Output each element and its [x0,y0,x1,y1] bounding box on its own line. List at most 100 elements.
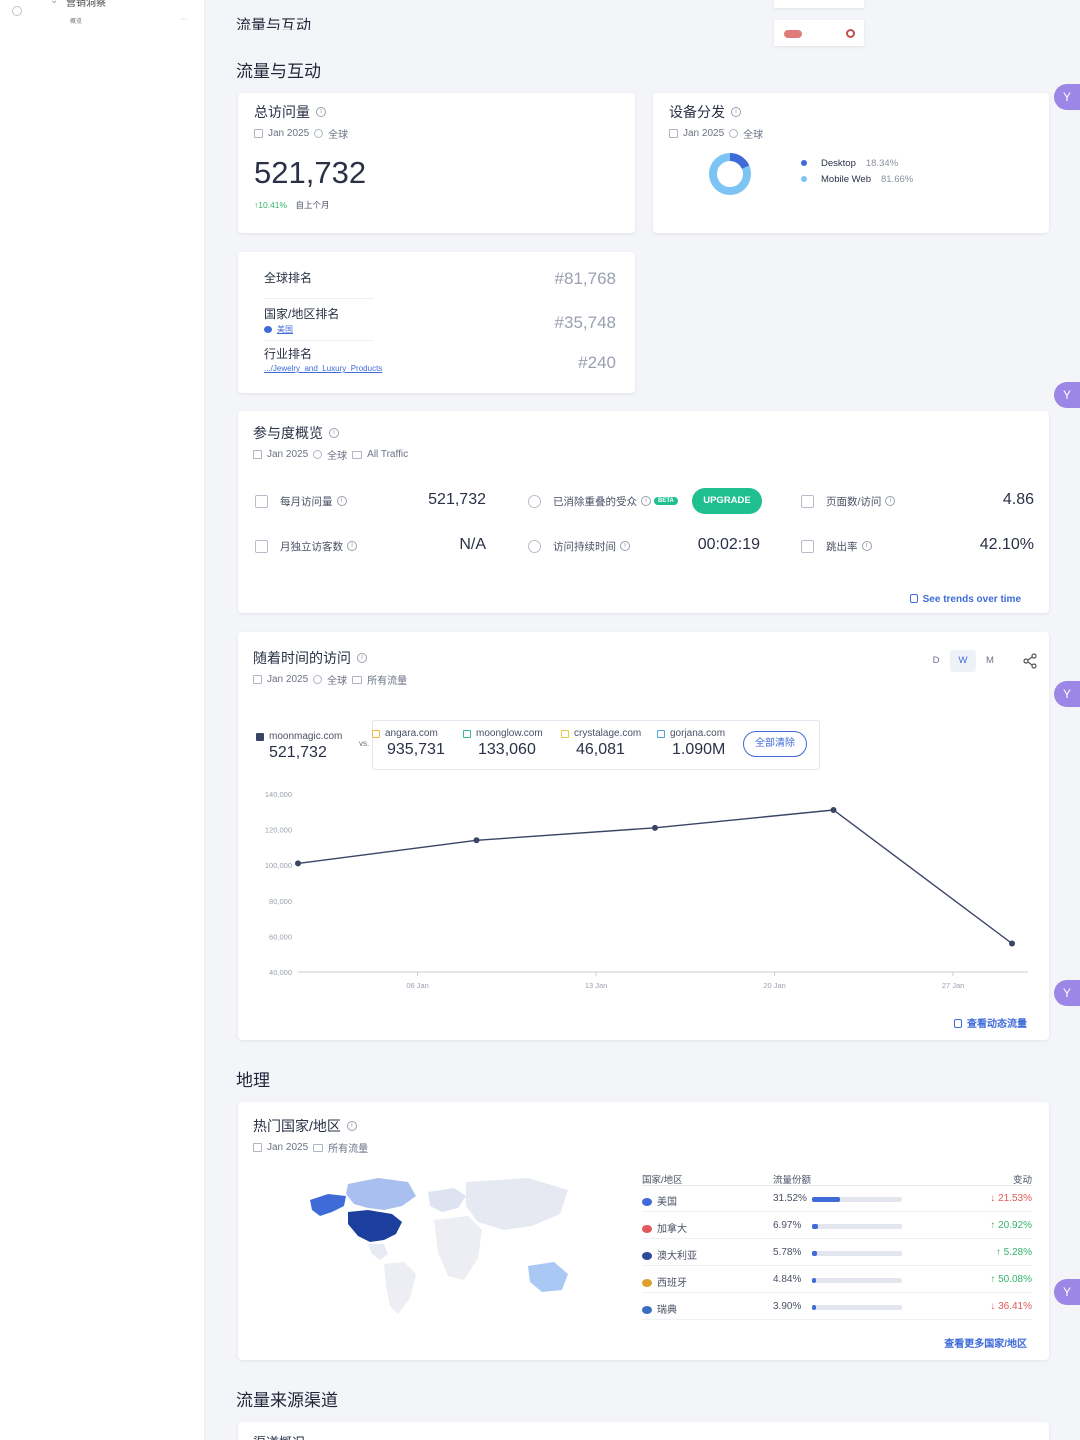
rank-country-link[interactable]: 美国 [277,325,293,334]
side-tool-icon[interactable]: Y [1054,1279,1080,1305]
side-tool-icon[interactable]: Y [1054,382,1080,408]
map-australia[interactable] [528,1262,568,1292]
info-icon[interactable]: i [329,428,339,438]
side-tool-icon[interactable]: Y [1054,980,1080,1006]
competitor-legend[interactable]: crystalage.com 46,081 [561,728,641,759]
rank-value: #35,748 [554,313,616,332]
info-icon[interactable]: i [641,496,651,506]
competitor-legend[interactable]: moonglow.com 133,060 [463,728,543,759]
legend-mobile: Mobile Web 81.66% [801,172,913,188]
dynamic-traffic-link[interactable]: 查看动态流量 [954,1014,1027,1032]
rank-industry-link[interactable]: .../Jewelry_and_Luxury_Products [264,364,616,373]
divider [264,298,374,299]
map-africa[interactable] [434,1216,482,1280]
change-value: ↑10.41% [254,200,288,210]
flag-icon [642,1198,652,1206]
change-value: ↓ 21.53% [990,1193,1032,1204]
y-tick-label: 140,000 [265,790,292,799]
checkbox-icon [372,729,380,738]
globe-icon [313,450,323,459]
info-icon[interactable]: i [620,541,630,551]
change-value: ↑ 20.92% [990,1220,1032,1231]
change-value: ↓ 36.41% [990,1301,1032,1312]
engagement-title: 参与度概览 [253,425,323,441]
metric-value: 00:02:19 [697,536,760,553]
share-bar [812,1278,902,1283]
map-usa[interactable] [348,1210,402,1242]
upgrade-button[interactable]: UPGRADE [692,488,762,514]
table-row[interactable]: 澳大利亚 5.78% ↑ 5.28% [642,1240,1032,1266]
country-name: 澳大利亚 [657,1251,697,1262]
metric-label: 访问持续时间 [553,540,616,553]
country-name: 瑞典 [657,1305,677,1316]
main-site-legend[interactable]: moonmagic.com 521,732 [256,731,342,762]
traffic-label: All Traffic [367,449,409,460]
change-value: ↑ 5.28% [995,1247,1032,1258]
metric-label: 每月访问量 [280,495,333,508]
map-canada[interactable] [346,1178,416,1210]
info-icon[interactable]: i [861,541,872,551]
info-icon[interactable]: i [316,107,326,117]
info-icon[interactable]: i [731,107,741,117]
info-icon[interactable]: i [885,496,896,506]
map-asia[interactable] [466,1178,568,1230]
map-europe[interactable] [428,1188,466,1212]
us-flag-icon [264,326,272,333]
clear-all-button[interactable]: 全部清除 [743,731,807,757]
data-point [830,807,837,814]
metric-value: 4.86 [1002,491,1034,508]
visits-line-chart: 140,000 120,000 100,000 80,000 60,000 40,000 0… [265,790,1028,990]
share-icon[interactable] [1022,653,1038,669]
table-row[interactable]: 美国 31.52% ↓ 21.53% [642,1186,1032,1212]
date-label: Jan 2025 [267,674,309,685]
map-south-america[interactable] [384,1262,416,1314]
site-value: 46,081 [576,741,625,758]
visits-over-time-card: 随着时间的访问 i Jan 2025 全球 所有流量 D W M moonmagic.… [238,632,1049,1040]
competitor-legend[interactable]: angara.com 935,731 [372,728,445,759]
info-icon[interactable]: i [357,653,367,663]
more-countries-link[interactable]: 查看更多国家/地区 [944,1334,1027,1352]
table-row[interactable]: 加拿大 6.97% ↑ 20.92% [642,1213,1032,1239]
legend-desktop: Desktop 18.34% [801,156,913,172]
site-name: angara.com [385,728,438,739]
date-label: Jan 2025 [683,128,725,139]
section-title-traffic: 流量与互动 [236,62,321,81]
country-name: 加拿大 [657,1224,687,1235]
rank-row-country: 国家/地区排名 美国 #35,748 [264,305,616,345]
rank-row-industry: 行业排名 .../Jewelry_and_Luxury_Products #24… [264,345,616,385]
map-mexico[interactable] [368,1244,388,1260]
change-number: 50.08% [998,1274,1032,1285]
share-bar-fill [812,1197,840,1202]
region-label: 全球 [743,130,764,141]
rank-value: #81,768 [554,269,616,288]
metric-dedup-audience: 已消除重叠的受众 i BETA [528,489,678,513]
competitor-legend[interactable]: gorjana.com 1.090M [657,728,725,759]
granularity-day[interactable]: D [923,650,949,672]
header-change: 变动 [1012,1175,1032,1186]
table-row[interactable]: 瑞典 3.90% ↓ 36.41% [642,1294,1032,1320]
country-name: 美国 [657,1197,677,1208]
info-icon[interactable]: i [336,496,347,506]
rank-label: 行业排名 [264,347,313,361]
share-value: 31.52% [773,1193,807,1204]
date-label: Jan 2025 [268,128,310,139]
top-countries-card: 热门国家/地区 i Jan 2025 所有流量 国家/地区 流量份额 变动 美国… [238,1102,1049,1360]
y-tick-label: 100,000 [265,861,292,870]
granularity-week[interactable]: W [950,650,976,672]
top-countries-title: 热门国家/地区 [253,1118,341,1134]
side-tool-icon[interactable]: Y [1054,681,1080,707]
globe-icon [313,675,323,684]
flag-icon [642,1225,652,1233]
map-alaska[interactable] [310,1194,346,1216]
side-tool-icon[interactable]: Y [1054,84,1080,110]
sidebar-top-item[interactable]: ⌄ 营销洞察 概览 ··· [10,0,200,26]
calendar-icon [254,129,263,138]
table-row[interactable]: 西班牙 4.84% ↑ 50.08% [642,1267,1032,1293]
see-trends-link[interactable]: See trends over time [909,589,1021,607]
site-name: moonglow.com [476,728,543,739]
info-icon[interactable]: i [347,541,357,551]
info-icon[interactable]: i [346,1121,357,1131]
granularity-month[interactable]: M [977,650,1003,672]
change-number: 5.28% [1003,1247,1032,1258]
calendar-icon [669,129,678,138]
